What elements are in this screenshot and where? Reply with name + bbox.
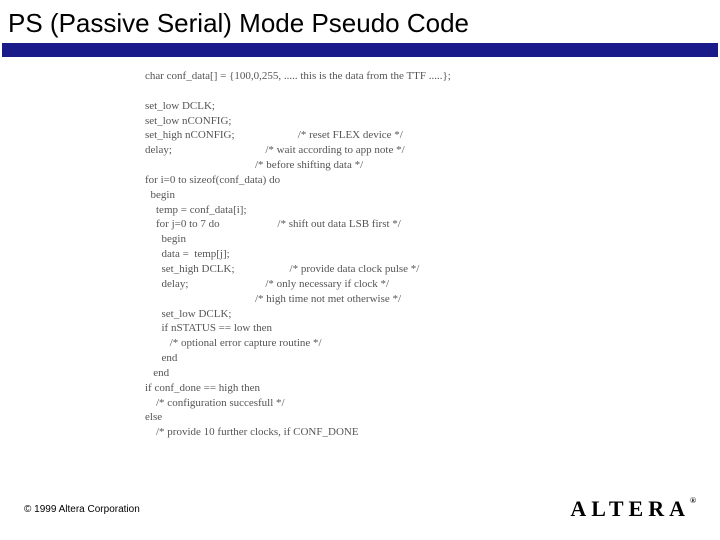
altera-logo: ALTERA® [570,496,696,522]
copyright-text: © 1999 Altera Corporation [24,504,140,515]
logo-registered: ® [690,496,696,505]
slide-title: PS (Passive Serial) Mode Pseudo Code [0,0,720,43]
title-rule [2,43,718,57]
logo-text: ALTERA [570,496,690,521]
pseudocode-block: char conf_data[] = {100,0,255, ..... thi… [0,57,720,440]
footer: © 1999 Altera Corporation ALTERA® [24,496,696,522]
